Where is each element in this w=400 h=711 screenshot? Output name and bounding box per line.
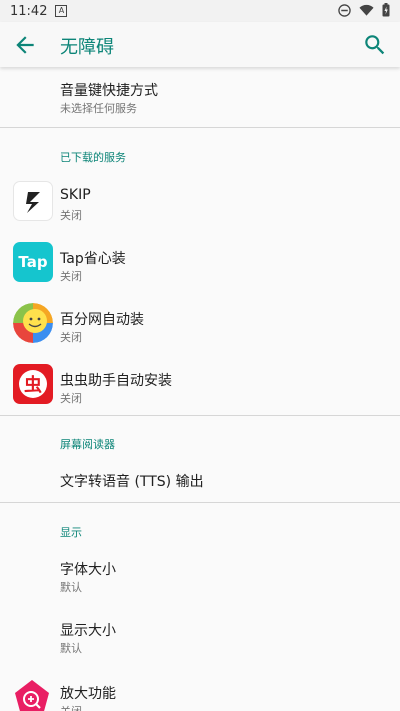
display-size-summary: 默认 bbox=[60, 642, 82, 655]
tts-output-item[interactable]: 文字转语音 (TTS) 输出 bbox=[0, 459, 400, 503]
notification-a-icon: A bbox=[55, 5, 68, 17]
volume-shortcut-title: 音量键快捷方式 bbox=[60, 83, 158, 99]
back-arrow-icon[interactable] bbox=[12, 32, 38, 58]
chongchong-app-icon: 虫 bbox=[13, 364, 53, 404]
tts-output-title: 文字转语音 (TTS) 输出 bbox=[60, 474, 204, 490]
divider bbox=[0, 502, 400, 503]
divider bbox=[0, 415, 400, 416]
skip-app-icon bbox=[13, 181, 53, 221]
skip-title: SKIP bbox=[60, 187, 91, 203]
magnification-title: 放大功能 bbox=[60, 686, 116, 702]
magnification-summary: 关闭 bbox=[60, 703, 82, 711]
service-item-tap[interactable]: Tap Tap省心装 关闭 bbox=[0, 234, 400, 294]
tap-summary: 关闭 bbox=[60, 270, 82, 283]
baidu-title: 百分网自动装 bbox=[60, 312, 144, 328]
display-header: 显示 bbox=[60, 526, 82, 539]
display-size-item[interactable]: 显示大小 默认 bbox=[0, 610, 400, 670]
search-icon[interactable] bbox=[362, 32, 388, 58]
service-item-skip[interactable]: SKIP 关闭 bbox=[0, 173, 400, 233]
service-item-baidu[interactable]: 百分网自动装 关闭 bbox=[0, 295, 400, 355]
baidu-app-icon bbox=[13, 303, 53, 343]
font-size-item[interactable]: 字体大小 默认 bbox=[0, 549, 400, 609]
volume-shortcut-summary: 未选择任何服务 bbox=[60, 102, 137, 115]
service-item-chongchong[interactable]: 虫 虫虫助手自动安装 关闭 bbox=[0, 356, 400, 416]
do-not-disturb-icon bbox=[338, 3, 351, 17]
volume-shortcut-item[interactable]: 音量键快捷方式 未选择任何服务 bbox=[0, 67, 400, 127]
skip-summary: 关闭 bbox=[60, 209, 82, 222]
magnification-item[interactable]: 放大功能 关闭 bbox=[0, 671, 400, 711]
font-size-title: 字体大小 bbox=[60, 562, 116, 578]
screen-reader-header: 屏幕阅读器 bbox=[60, 438, 115, 451]
display-size-title: 显示大小 bbox=[60, 623, 116, 639]
divider bbox=[0, 127, 400, 128]
app-bar: 无障碍 bbox=[0, 22, 400, 67]
downloaded-services-header: 已下载的服务 bbox=[60, 151, 126, 164]
chongchong-summary: 关闭 bbox=[60, 392, 82, 405]
settings-list: 音量键快捷方式 未选择任何服务 已下载的服务 SKIP 关闭 Tap Tap省心… bbox=[0, 67, 400, 711]
status-bar: 11:42 A bbox=[0, 0, 400, 22]
status-time: 11:42 bbox=[10, 3, 48, 19]
tap-icon-text: Tap bbox=[18, 253, 48, 271]
magnification-icon bbox=[13, 679, 51, 711]
font-size-summary: 默认 bbox=[60, 581, 82, 594]
tap-app-icon: Tap bbox=[13, 242, 53, 282]
page-title: 无障碍 bbox=[60, 37, 114, 58]
chongchong-title: 虫虫助手自动安装 bbox=[60, 373, 172, 389]
wifi-icon bbox=[359, 4, 374, 16]
chongchong-icon-text: 虫 bbox=[24, 375, 42, 396]
battery-icon bbox=[382, 3, 390, 17]
tap-title: Tap省心装 bbox=[60, 251, 126, 267]
baidu-summary: 关闭 bbox=[60, 331, 82, 344]
